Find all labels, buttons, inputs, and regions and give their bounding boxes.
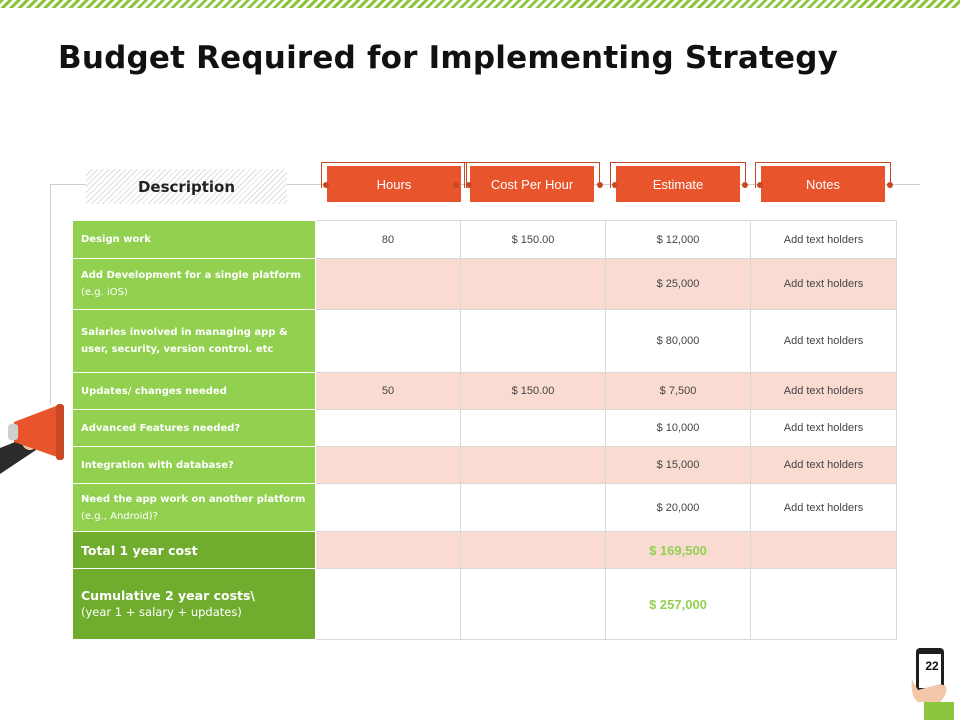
cost-cell <box>460 483 606 532</box>
page-title: Budget Required for Implementing Strateg… <box>58 40 839 76</box>
description-header: Description <box>86 169 287 204</box>
header-connector-dot <box>742 182 748 188</box>
notes-cell: Add text holders <box>750 220 897 259</box>
row-label: Design work <box>72 220 316 259</box>
hours-cell <box>315 568 461 640</box>
table-row: Advanced Features needed? $ 10,000 Add t… <box>72 409 897 447</box>
description-label: Description <box>137 177 236 196</box>
header-connector-dot <box>887 182 893 188</box>
column-header-estimate: Estimate <box>610 162 746 202</box>
estimate-cell: $ 25,000 <box>605 258 751 310</box>
top-stripe <box>0 0 960 8</box>
cost-cell <box>460 531 606 569</box>
hours-cell <box>315 483 461 532</box>
total-estimate-cell: $ 257,000 <box>605 568 751 640</box>
notes-cell <box>750 568 897 640</box>
hours-cell: 80 <box>315 220 461 259</box>
table-row: Integration with database? $ 15,000 Add … <box>72 446 897 484</box>
hours-cell <box>315 409 461 447</box>
header-connector-dot <box>612 182 618 188</box>
cost-cell <box>460 409 606 447</box>
cost-cell: $ 150.00 <box>460 220 606 259</box>
row-label: Need the app work on another platform (e.… <box>72 483 316 532</box>
row-label: Updates/ changes needed <box>72 372 316 410</box>
budget-table: Design work 80 $ 150.00 $ 12,000 Add tex… <box>72 220 897 640</box>
notes-cell <box>750 531 897 569</box>
header-connector-dot <box>757 182 763 188</box>
notes-cell: Add text holders <box>750 309 897 373</box>
column-header-cost-per-hour: Cost Per Hour <box>464 162 600 202</box>
header-connector-dot <box>597 182 603 188</box>
hours-cell <box>315 531 461 569</box>
column-header-notes: Notes <box>755 162 891 202</box>
estimate-cell: $ 15,000 <box>605 446 751 484</box>
table-row: Add Development for a single platform (e.… <box>72 258 897 310</box>
cost-cell <box>460 258 606 310</box>
header-connector-dot <box>323 182 329 188</box>
total-estimate-cell: $ 169,500 <box>605 531 751 569</box>
cost-cell <box>460 309 606 373</box>
table-row: Need the app work on another platform (e.… <box>72 483 897 532</box>
hours-cell <box>315 258 461 310</box>
hours-cell <box>315 446 461 484</box>
cost-cell <box>460 446 606 484</box>
notes-cell: Add text holders <box>750 409 897 447</box>
column-header-hours: Hours <box>321 162 467 202</box>
header-connector-dot <box>453 182 459 188</box>
total-label: Total 1 year cost <box>72 531 316 569</box>
total-row: Cumulative 2 year costs\ (year 1 + salary… <box>72 568 897 640</box>
row-label: Add Development for a single platform (e.… <box>72 258 316 310</box>
estimate-cell: $ 10,000 <box>605 409 751 447</box>
table-row: Design work 80 $ 150.00 $ 12,000 Add tex… <box>72 220 897 259</box>
phone-in-hand-icon <box>911 648 954 720</box>
estimate-cell: $ 20,000 <box>605 483 751 532</box>
row-label: Salaries involved in managing app & user… <box>72 309 316 373</box>
notes-cell: Add text holders <box>750 446 897 484</box>
cost-cell <box>460 568 606 640</box>
estimate-cell: $ 80,000 <box>605 309 751 373</box>
header-connector-dot <box>466 182 472 188</box>
row-label: Integration with database? <box>72 446 316 484</box>
page-number: 22 <box>925 659 939 673</box>
megaphone-icon <box>0 404 64 474</box>
hours-cell <box>315 309 461 373</box>
frame-line-left <box>50 184 51 404</box>
notes-cell: Add text holders <box>750 483 897 532</box>
row-label: Advanced Features needed? <box>72 409 316 447</box>
estimate-cell: $ 7,500 <box>605 372 751 410</box>
table-row: Updates/ changes needed 50 $ 150.00 $ 7,… <box>72 372 897 410</box>
cost-cell: $ 150.00 <box>460 372 606 410</box>
hours-cell: 50 <box>315 372 461 410</box>
notes-cell: Add text holders <box>750 372 897 410</box>
notes-cell: Add text holders <box>750 258 897 310</box>
total-row: Total 1 year cost $ 169,500 <box>72 531 897 569</box>
estimate-cell: $ 12,000 <box>605 220 751 259</box>
table-row: Salaries involved in managing app & user… <box>72 309 897 373</box>
total-label: Cumulative 2 year costs\ (year 1 + salary… <box>72 568 316 640</box>
